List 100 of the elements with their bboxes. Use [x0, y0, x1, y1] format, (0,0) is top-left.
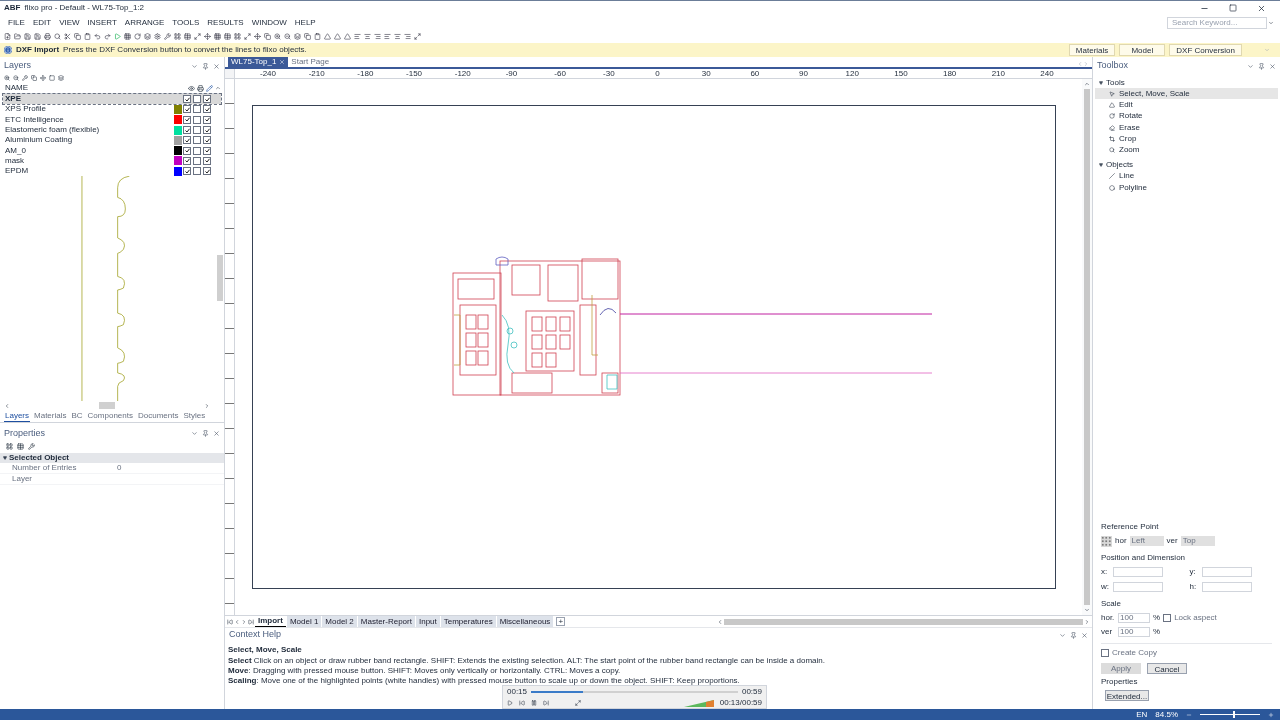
input-field[interactable]: [1113, 582, 1163, 592]
toolbar-icon[interactable]: [104, 33, 111, 40]
toolbar-icon[interactable]: [64, 33, 71, 40]
checkbox[interactable]: [203, 136, 211, 145]
layer-row[interactable]: XPS Profile: [3, 104, 221, 115]
color-swatch[interactable]: [174, 104, 182, 114]
checkbox[interactable]: [203, 105, 211, 114]
layer-tool-icon[interactable]: [49, 75, 55, 81]
toolbar-icon[interactable]: [164, 33, 171, 40]
document-tab[interactable]: Start Page: [288, 57, 333, 67]
menu-item[interactable]: INSERT: [83, 16, 121, 29]
toolbar-icon[interactable]: [24, 33, 31, 40]
color-swatch[interactable]: [174, 135, 182, 145]
checkbox[interactable]: [1101, 649, 1109, 657]
toolbar-icon[interactable]: [134, 33, 141, 40]
tool-item[interactable]: Crop: [1095, 133, 1278, 145]
dropdown-icon[interactable]: [1059, 631, 1066, 639]
menu-item[interactable]: TOOLS: [168, 16, 204, 29]
scroll-right-icon[interactable]: [204, 402, 210, 409]
toolbar-icon[interactable]: [374, 33, 381, 40]
panel-tab[interactable]: Layers: [4, 410, 30, 422]
sheet-tab[interactable]: Temperatures: [440, 616, 496, 627]
checkbox[interactable]: [183, 156, 191, 165]
input-field[interactable]: 100: [1118, 613, 1150, 623]
toolbar-icon[interactable]: [254, 33, 261, 40]
pause-icon[interactable]: [531, 700, 537, 706]
menu-item[interactable]: WINDOW: [247, 16, 291, 29]
layer-tool-icon[interactable]: [58, 75, 64, 81]
sheet-tab[interactable]: Model 1: [286, 616, 322, 627]
scroll-right-icon[interactable]: [1084, 618, 1090, 625]
menu-item[interactable]: RESULTS: [203, 16, 248, 29]
checkbox[interactable]: [1163, 614, 1172, 622]
layer-tool-icon[interactable]: [40, 75, 46, 81]
panel-tab[interactable]: Materials: [33, 411, 68, 422]
checkbox[interactable]: [193, 146, 201, 155]
toolbar-icon[interactable]: [304, 33, 311, 40]
dropdown-icon[interactable]: [191, 430, 198, 438]
property-tool-icon[interactable]: [28, 443, 35, 451]
toolbar-icon[interactable]: [74, 33, 81, 40]
sheet-tab[interactable]: Model 2: [322, 616, 357, 627]
color-swatch[interactable]: [174, 146, 182, 156]
close-icon[interactable]: [213, 430, 220, 438]
dropdown-icon[interactable]: [191, 62, 198, 70]
checkbox[interactable]: [183, 115, 191, 124]
info-bar-button[interactable]: Model: [1119, 44, 1166, 56]
layer-row[interactable]: XPE: [3, 94, 221, 105]
checkbox[interactable]: [203, 95, 211, 104]
sheet-tab[interactable]: Master-Report: [357, 616, 415, 627]
input-field[interactable]: [1201, 567, 1252, 577]
toolbar-icon[interactable]: [234, 33, 241, 40]
close-icon[interactable]: [1257, 3, 1266, 13]
zoom-in-icon[interactable]: [1268, 711, 1274, 718]
panel-tab[interactable]: Documents: [136, 411, 180, 422]
menu-item[interactable]: EDIT: [28, 16, 56, 29]
scroll-left-icon[interactable]: [4, 402, 10, 409]
panel-tab[interactable]: BC: [70, 411, 84, 422]
extended-button[interactable]: Extended...: [1105, 690, 1149, 701]
menu-item[interactable]: VIEW: [55, 16, 84, 29]
tool-item[interactable]: Polyline: [1095, 182, 1278, 194]
input-field[interactable]: [1201, 582, 1252, 592]
layer-tool-icon[interactable]: [31, 75, 37, 81]
previous-icon[interactable]: [519, 700, 525, 706]
close-icon[interactable]: [213, 62, 220, 70]
layer-tool-icon[interactable]: [13, 75, 19, 81]
panel-tab[interactable]: Components: [86, 411, 134, 422]
checkbox[interactable]: [203, 167, 211, 176]
toolbar-icon[interactable]: [144, 33, 151, 40]
add-sheet-button[interactable]: +: [556, 617, 566, 626]
color-swatch[interactable]: [174, 166, 182, 176]
document-tab[interactable]: WL75-Top_1: [228, 57, 289, 67]
search-field[interactable]: Search Keyword...: [1167, 16, 1267, 29]
toolbar-icon[interactable]: [314, 33, 321, 40]
checkbox[interactable]: [183, 146, 191, 155]
toolbar-icon[interactable]: [124, 33, 131, 40]
checkbox[interactable]: [193, 115, 201, 124]
sheet-tab[interactable]: Miscellaneous: [496, 616, 554, 627]
toolbar-icon[interactable]: [94, 33, 101, 40]
checkbox[interactable]: [183, 126, 191, 135]
sheet-tab[interactable]: Import: [255, 616, 286, 627]
toolbar-icon[interactable]: [4, 33, 11, 40]
tool-item[interactable]: Erase: [1095, 121, 1278, 134]
toolbar-icon[interactable]: [354, 33, 361, 40]
tool-item[interactable]: Select, Move, Scale: [1095, 88, 1278, 100]
toolbar-icon[interactable]: [244, 33, 251, 40]
scrollbar-thumb[interactable]: [99, 402, 115, 410]
property-tool-icon[interactable]: [6, 443, 13, 451]
color-swatch[interactable]: [174, 115, 182, 125]
checkbox[interactable]: [193, 136, 201, 145]
group-header[interactable]: Objects: [1093, 159, 1280, 171]
toolbar-icon[interactable]: [224, 33, 231, 40]
checkbox[interactable]: [203, 146, 211, 155]
pin-icon[interactable]: [1258, 62, 1265, 70]
checkbox[interactable]: [193, 105, 201, 114]
cancel-button[interactable]: Cancel: [1147, 663, 1187, 674]
tool-item[interactable]: Zoom: [1095, 144, 1278, 156]
layer-row[interactable]: EPDM: [3, 166, 221, 177]
panel-tab[interactable]: Styles: [182, 411, 207, 422]
checkbox[interactable]: [183, 105, 191, 114]
checkbox[interactable]: [203, 156, 211, 165]
pin-icon[interactable]: [202, 62, 209, 70]
